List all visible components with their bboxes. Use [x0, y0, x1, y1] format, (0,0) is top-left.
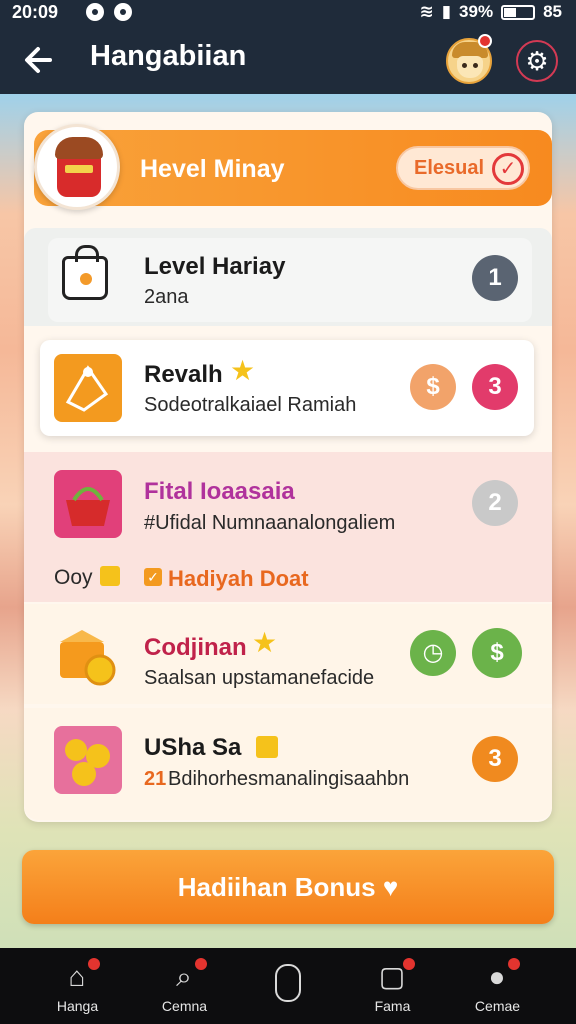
- app-header: Hangabiian ⚙: [0, 26, 576, 94]
- basket-icon: [54, 470, 122, 538]
- notification-badge: [403, 958, 415, 970]
- notification-dot-icon: [114, 3, 132, 21]
- row-subtitle: Bdihorhesmanalingisaahbn: [168, 768, 410, 790]
- treasure-box-icon: [54, 622, 122, 690]
- row-title: Revalh: [144, 361, 223, 388]
- row-title: Fital Ioaasaia: [144, 478, 295, 505]
- nav-label: Hanga: [56, 998, 99, 1014]
- banner-status-pill[interactable]: Elesual ✓: [396, 146, 530, 190]
- row-subtitle: Saalsan upstamanefacide: [144, 667, 375, 689]
- nav-item-inbox[interactable]: ▢ Fama: [335, 948, 450, 1024]
- rank-badge: 2: [472, 480, 518, 526]
- signal-icon: ▮: [441, 2, 452, 21]
- nav-item-search[interactable]: ⌕ Cemna: [127, 948, 242, 1024]
- check-icon: ✓: [492, 153, 524, 185]
- notification-badge: [88, 958, 100, 970]
- nav-item-mouse[interactable]: [231, 948, 346, 1024]
- star-icon: ★: [252, 627, 278, 658]
- nav-item-home[interactable]: ⌂ Hanga: [20, 948, 135, 1024]
- rank-badge: 3: [472, 736, 518, 782]
- banner-pill-label: Elesual: [414, 157, 485, 179]
- row-extra-label: Ooy: [54, 566, 93, 589]
- row-subtitle: 2ana: [144, 286, 189, 308]
- lock-icon: [100, 566, 120, 586]
- bonus-button-label: Hadiihan Bonus: [177, 872, 376, 902]
- coins-icon: [54, 726, 122, 794]
- rank-badge: 3: [472, 364, 518, 410]
- coin-icon: $: [410, 364, 456, 410]
- triangle-icon: [54, 354, 122, 422]
- banner-title: Hevel Minay: [140, 155, 285, 183]
- status-number: 85: [543, 2, 562, 21]
- rank-badge: 1: [472, 255, 518, 301]
- row-title: USha Sa: [144, 734, 242, 761]
- clock-coin-icon: ◷: [410, 630, 456, 676]
- food-bucket-icon: [34, 124, 120, 210]
- mouse-icon: [275, 964, 301, 1002]
- shopping-bag-icon: [62, 245, 108, 300]
- nav-item-profile[interactable]: ● Cemae: [440, 948, 555, 1024]
- star-icon: ★: [230, 355, 256, 386]
- battery-text: 39%: [459, 2, 494, 21]
- battery-icon: [501, 4, 536, 20]
- nav-label: Cemae: [474, 998, 521, 1014]
- notification-badge: [195, 958, 207, 970]
- row-title: Level Hariay: [144, 253, 286, 280]
- bottom-nav: ⌂ Hanga ⌕ Cemna ▢ Fama ● Cemae: [0, 948, 576, 1024]
- heart-icon: ♥: [382, 872, 399, 902]
- row-sub-prefix: 21: [144, 768, 167, 790]
- lock-icon: [256, 736, 278, 758]
- back-arrow-icon[interactable]: [20, 40, 60, 80]
- notification-badge: [508, 958, 520, 970]
- nav-label: Fama: [374, 998, 411, 1014]
- wifi-icon: ≋: [419, 2, 434, 21]
- status-bar: 20:09 ≋ ▮ 39% 85: [0, 0, 576, 26]
- gear-icon[interactable]: ⚙: [516, 40, 558, 82]
- dollar-coin-icon[interactable]: $: [472, 628, 522, 678]
- status-time: 20:09: [12, 2, 59, 22]
- check-icon: ✓: [144, 568, 162, 586]
- row-subtitle: Sodeotralkaiael Ramiah: [144, 394, 357, 416]
- gift-link[interactable]: Hadiyah Doat: [168, 566, 309, 592]
- row-subtitle: #Ufidal Numnaanalongaliem: [144, 512, 396, 534]
- nav-label: Cemna: [161, 998, 208, 1014]
- row-title: Codjinan: [144, 634, 247, 661]
- notification-badge: [478, 34, 492, 48]
- notification-dot-icon: [86, 3, 104, 21]
- bonus-button[interactable]: Hadiihan Bonus ♥: [22, 850, 554, 924]
- page-title: Hangabiian: [90, 40, 247, 72]
